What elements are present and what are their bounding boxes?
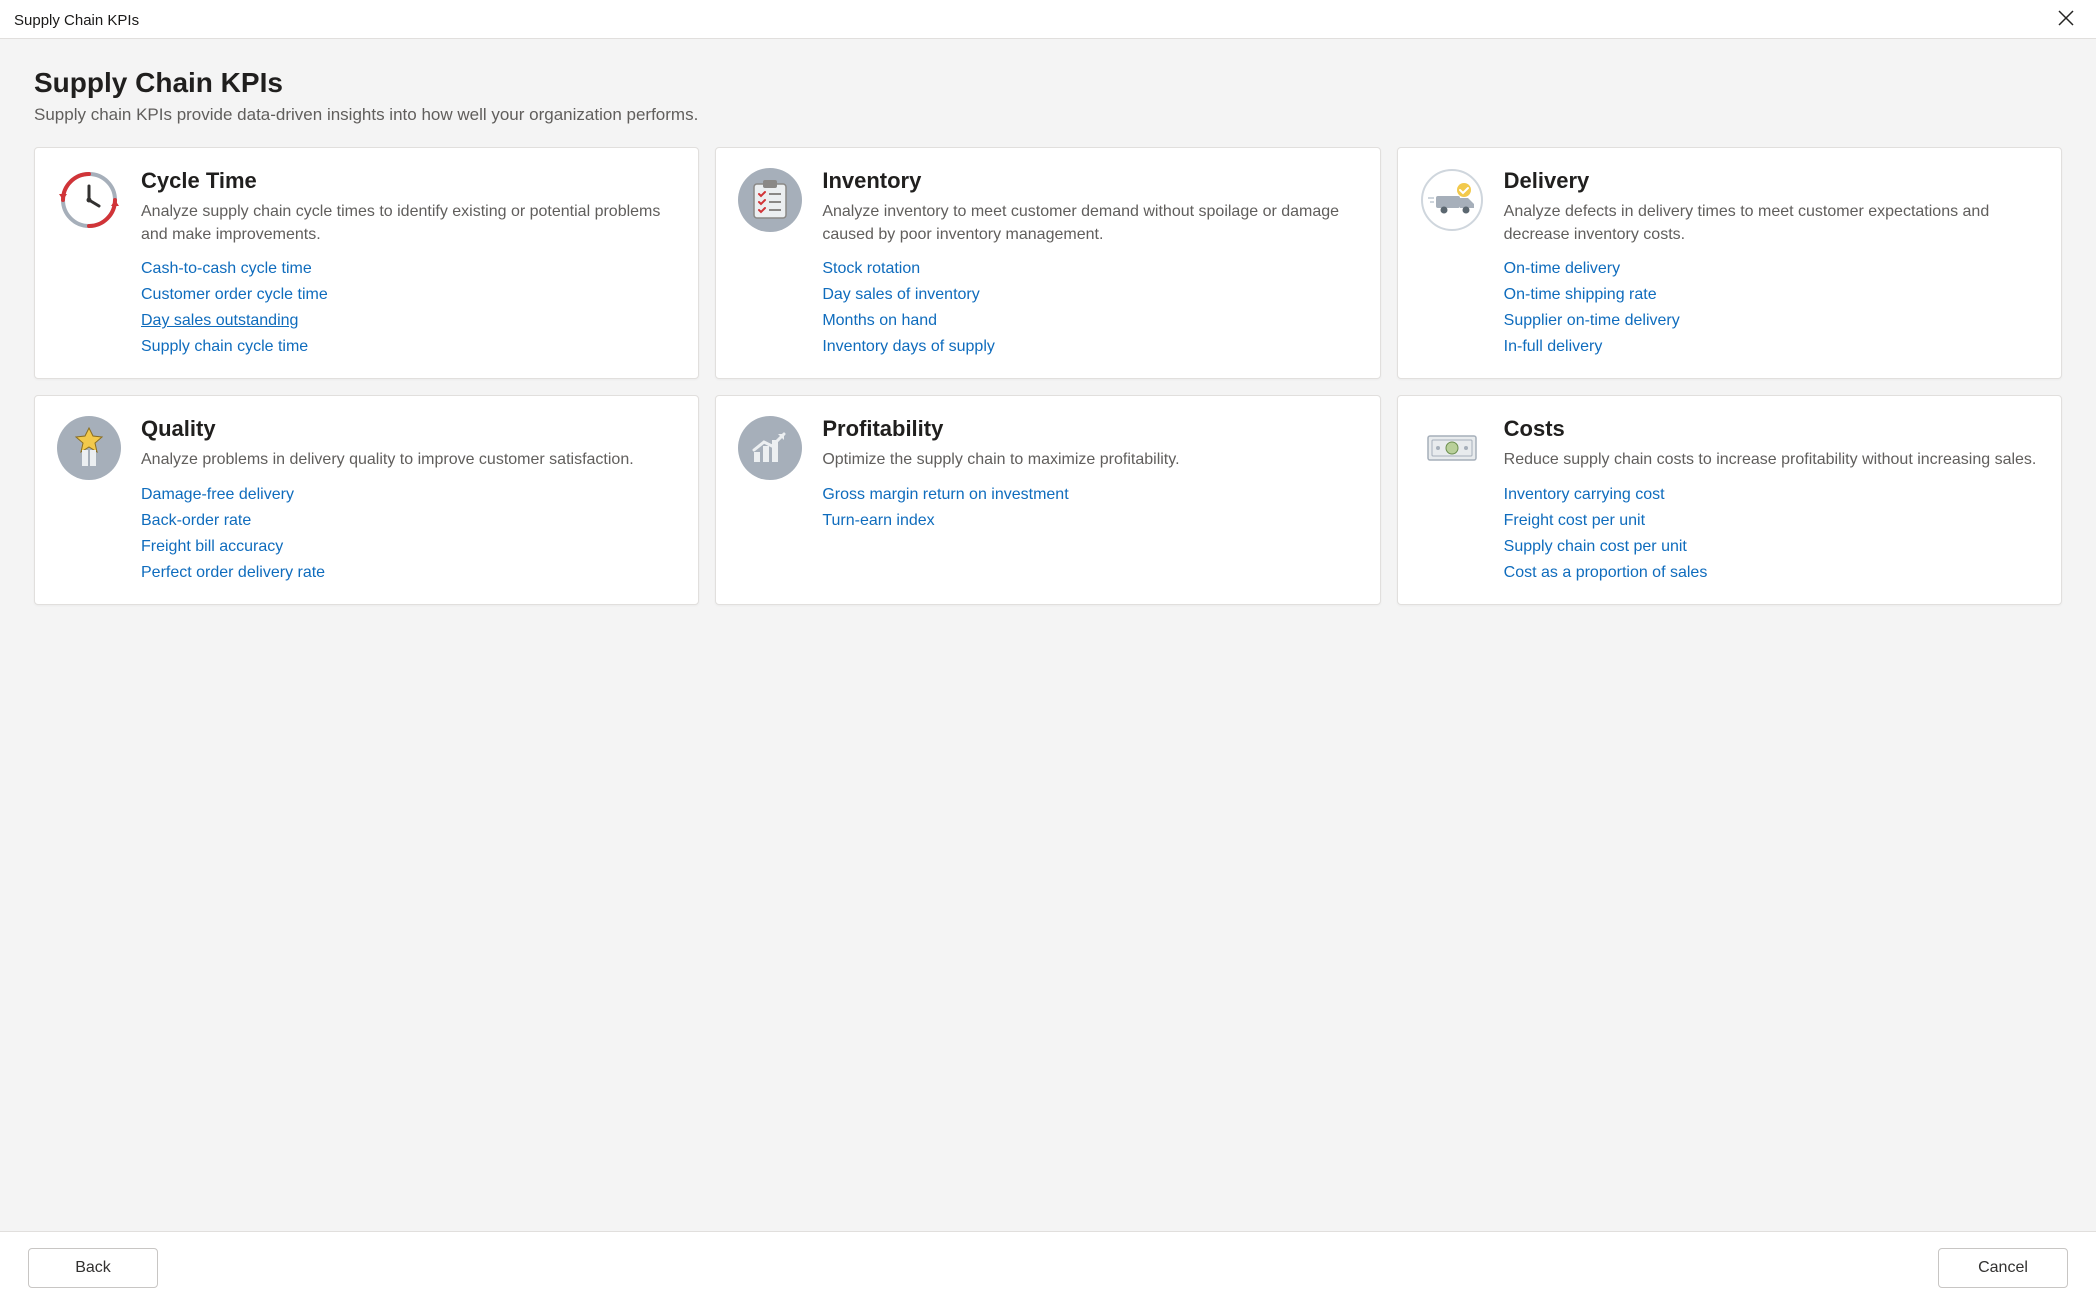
link-freight-cost-per-unit[interactable]: Freight cost per unit bbox=[1504, 512, 1645, 530]
link-customer-order-cycle[interactable]: Customer order cycle time bbox=[141, 286, 328, 304]
card-links: Inventory carrying cost Freight cost per… bbox=[1504, 486, 2039, 582]
card-title: Delivery bbox=[1504, 168, 2039, 194]
cancel-button[interactable]: Cancel bbox=[1938, 1248, 2068, 1288]
card-links: On-time delivery On-time shipping rate S… bbox=[1504, 260, 2039, 356]
card-title: Quality bbox=[141, 416, 676, 442]
footer: Back Cancel bbox=[0, 1231, 2096, 1304]
card-links: Gross margin return on investment Turn-e… bbox=[822, 486, 1357, 530]
link-day-sales-outstanding[interactable]: Day sales outstanding bbox=[141, 312, 298, 330]
card-desc: Analyze inventory to meet customer deman… bbox=[822, 200, 1357, 246]
card-delivery: Delivery Analyze defects in delivery tim… bbox=[1397, 147, 2062, 379]
inventory-icon bbox=[738, 168, 802, 232]
back-button[interactable]: Back bbox=[28, 1248, 158, 1288]
link-gross-margin-roi[interactable]: Gross margin return on investment bbox=[822, 486, 1068, 504]
card-title: Profitability bbox=[822, 416, 1357, 442]
delivery-icon bbox=[1420, 168, 1484, 232]
card-costs: Costs Reduce supply chain costs to incre… bbox=[1397, 395, 2062, 604]
link-perfect-order-rate[interactable]: Perfect order delivery rate bbox=[141, 564, 325, 582]
link-freight-bill-accuracy[interactable]: Freight bill accuracy bbox=[141, 538, 283, 556]
card-inventory: Inventory Analyze inventory to meet cust… bbox=[715, 147, 1380, 379]
link-cost-proportion-sales[interactable]: Cost as a proportion of sales bbox=[1504, 564, 1708, 582]
link-on-time-delivery[interactable]: On-time delivery bbox=[1504, 260, 1620, 278]
link-supply-chain-cycle[interactable]: Supply chain cycle time bbox=[141, 338, 308, 356]
titlebar: Supply Chain KPIs bbox=[0, 0, 2096, 38]
card-desc: Analyze problems in delivery quality to … bbox=[141, 448, 676, 471]
profitability-icon bbox=[738, 416, 802, 480]
link-damage-free[interactable]: Damage-free delivery bbox=[141, 486, 294, 504]
link-day-sales-inventory[interactable]: Day sales of inventory bbox=[822, 286, 979, 304]
card-body: Cycle Time Analyze supply chain cycle ti… bbox=[141, 168, 676, 356]
link-cash-to-cash[interactable]: Cash-to-cash cycle time bbox=[141, 260, 312, 278]
link-on-time-shipping[interactable]: On-time shipping rate bbox=[1504, 286, 1657, 304]
card-links: Cash-to-cash cycle time Customer order c… bbox=[141, 260, 676, 356]
card-title: Costs bbox=[1504, 416, 2039, 442]
card-body: Costs Reduce supply chain costs to incre… bbox=[1504, 416, 2039, 581]
quality-icon bbox=[57, 416, 121, 480]
card-desc: Analyze supply chain cycle times to iden… bbox=[141, 200, 676, 246]
card-quality: Quality Analyze problems in delivery qua… bbox=[34, 395, 699, 604]
page-subtitle: Supply chain KPIs provide data-driven in… bbox=[34, 105, 2062, 125]
card-body: Delivery Analyze defects in delivery tim… bbox=[1504, 168, 2039, 356]
card-profitability: Profitability Optimize the supply chain … bbox=[715, 395, 1380, 604]
card-links: Stock rotation Day sales of inventory Mo… bbox=[822, 260, 1357, 356]
page-title: Supply Chain KPIs bbox=[34, 67, 2062, 99]
link-back-order-rate[interactable]: Back-order rate bbox=[141, 512, 251, 530]
link-supplier-on-time[interactable]: Supplier on-time delivery bbox=[1504, 312, 1680, 330]
costs-icon bbox=[1420, 416, 1484, 480]
card-title: Cycle Time bbox=[141, 168, 676, 194]
card-body: Profitability Optimize the supply chain … bbox=[822, 416, 1357, 529]
link-turn-earn-index[interactable]: Turn-earn index bbox=[822, 512, 934, 530]
card-cycle-time: Cycle Time Analyze supply chain cycle ti… bbox=[34, 147, 699, 379]
cards-grid: Cycle Time Analyze supply chain cycle ti… bbox=[34, 147, 2062, 605]
card-body: Inventory Analyze inventory to meet cust… bbox=[822, 168, 1357, 356]
link-supply-chain-cost-per-unit[interactable]: Supply chain cost per unit bbox=[1504, 538, 1687, 556]
content-area: Supply Chain KPIs Supply chain KPIs prov… bbox=[0, 38, 2096, 1231]
close-icon[interactable] bbox=[2050, 6, 2082, 34]
window: Supply Chain KPIs Supply Chain KPIs Supp… bbox=[0, 0, 2096, 1304]
link-in-full-delivery[interactable]: In-full delivery bbox=[1504, 338, 1603, 356]
card-body: Quality Analyze problems in delivery qua… bbox=[141, 416, 676, 581]
card-desc: Analyze defects in delivery times to mee… bbox=[1504, 200, 2039, 246]
link-months-on-hand[interactable]: Months on hand bbox=[822, 312, 937, 330]
cycle-time-icon bbox=[57, 168, 121, 232]
link-stock-rotation[interactable]: Stock rotation bbox=[822, 260, 920, 278]
card-desc: Optimize the supply chain to maximize pr… bbox=[822, 448, 1357, 471]
card-title: Inventory bbox=[822, 168, 1357, 194]
window-title: Supply Chain KPIs bbox=[14, 12, 139, 29]
card-links: Damage-free delivery Back-order rate Fre… bbox=[141, 486, 676, 582]
card-desc: Reduce supply chain costs to increase pr… bbox=[1504, 448, 2039, 471]
link-inventory-carrying-cost[interactable]: Inventory carrying cost bbox=[1504, 486, 1665, 504]
link-inventory-days-supply[interactable]: Inventory days of supply bbox=[822, 338, 995, 356]
